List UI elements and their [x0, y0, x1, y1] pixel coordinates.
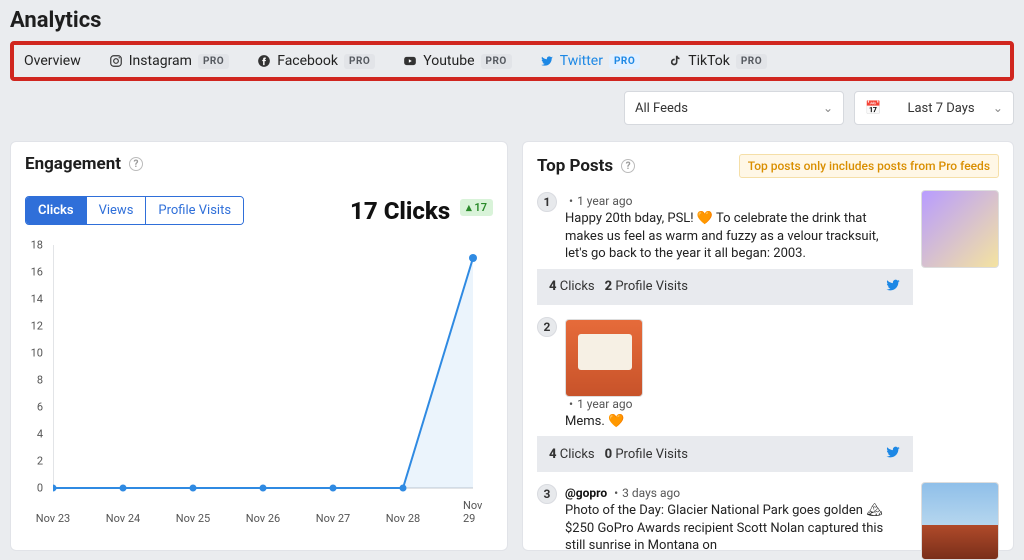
post-text: Happy 20th bday, PSL! 🧡 To celebrate the… — [565, 210, 899, 263]
tab-instagram[interactable]: Instagram PRO — [109, 53, 229, 69]
post-thumbnail — [921, 482, 999, 560]
x-tick: Nov 25 — [176, 512, 210, 525]
post-time: 1 year ago — [577, 397, 632, 411]
help-icon[interactable]: ? — [129, 157, 143, 171]
post-clicks-label: Clicks — [560, 279, 595, 294]
twitter-icon — [885, 277, 901, 297]
post-stats: 4 Clicks 2 Profile Visits — [537, 269, 913, 305]
chevron-down-icon: ⌄ — [823, 101, 833, 115]
post-visits-label: Profile Visits — [615, 447, 688, 462]
top-post-item[interactable]: 2 •1 year ago Mems. 🧡 4 Clicks 0 Profile… — [537, 315, 999, 473]
post-meta: •1 year ago — [565, 194, 899, 208]
tab-tiktok[interactable]: TikTok PRO — [668, 53, 767, 69]
youtube-icon — [403, 54, 417, 68]
y-tick: 16 — [25, 266, 43, 279]
page-title: Analytics — [10, 8, 1014, 33]
post-clicks-label: Clicks — [560, 447, 595, 462]
post-clicks-count: 4 — [549, 447, 557, 462]
post-rank-badge: 1 — [537, 192, 557, 212]
twitter-icon — [885, 444, 901, 464]
post-rank-badge: 2 — [537, 317, 557, 337]
tab-label: Twitter — [560, 53, 603, 69]
x-tick: Nov 27 — [316, 512, 350, 525]
post-stats: 4 Clicks 0 Profile Visits — [537, 436, 913, 472]
y-tick: 0 — [25, 482, 43, 495]
x-tick: Nov 28 — [386, 512, 420, 525]
top-post-item[interactable]: 1 •1 year ago Happy 20th bday, PSL! 🧡 To… — [537, 190, 999, 305]
x-tick: Nov 29 — [463, 499, 483, 525]
date-select-label: Last 7 Days — [907, 101, 974, 116]
post-time: 3 days ago — [622, 486, 680, 500]
post-thumbnail — [921, 190, 999, 268]
post-visits-count: 0 — [605, 447, 613, 462]
tab-label: Instagram — [129, 53, 192, 69]
date-range-select[interactable]: 📅 Last 7 Days ⌄ — [854, 91, 1014, 125]
engagement-chart: 18 16 14 12 10 8 6 4 2 0 — [25, 239, 493, 507]
y-tick: 12 — [25, 320, 43, 333]
instagram-icon — [109, 54, 123, 68]
tab-twitter[interactable]: Twitter PRO — [540, 53, 640, 69]
tab-label: TikTok — [688, 53, 730, 69]
analytics-tabbar: Overview Instagram PRO Facebook PRO Yout… — [10, 41, 1014, 81]
post-author: @gopro — [565, 486, 607, 500]
engagement-title: Engagement — [25, 154, 121, 174]
tiktok-icon — [668, 54, 682, 68]
segment-views[interactable]: Views — [87, 197, 147, 224]
post-clicks-count: 4 — [549, 279, 557, 294]
engagement-segmented-control: Clicks Views Profile Visits — [25, 196, 244, 225]
pro-badge: PRO — [481, 54, 512, 69]
pro-badge: PRO — [736, 54, 767, 69]
top-posts-notice: Top posts only includes posts from Pro f… — [739, 154, 999, 178]
help-icon[interactable]: ? — [621, 159, 635, 173]
post-time: 1 year ago — [577, 194, 632, 208]
post-text: Mems. 🧡 — [565, 413, 899, 431]
top-post-item[interactable]: 3 @gopro •3 days ago Photo of the Day: G… — [537, 482, 999, 555]
pro-badge: PRO — [609, 54, 640, 69]
post-thumbnail — [565, 319, 643, 397]
engagement-delta: ▴ 17 — [460, 199, 493, 216]
x-tick: Nov 24 — [106, 512, 140, 525]
pro-badge: PRO — [344, 54, 375, 69]
filters-row: All Feeds ⌄ 📅 Last 7 Days ⌄ — [10, 91, 1014, 125]
chevron-down-icon: ⌄ — [993, 101, 1003, 115]
engagement-panel: Engagement ? Clicks Views Profile Visits… — [10, 141, 508, 551]
tab-facebook[interactable]: Facebook PRO — [257, 53, 375, 69]
tab-youtube[interactable]: Youtube PRO — [403, 53, 512, 69]
x-tick: Nov 23 — [36, 512, 70, 525]
y-tick: 10 — [25, 347, 43, 360]
y-tick: 2 — [25, 455, 43, 468]
y-tick: 14 — [25, 293, 43, 306]
post-rank-badge: 3 — [537, 484, 557, 504]
feeds-select-label: All Feeds — [635, 101, 688, 116]
tab-label: Facebook — [277, 53, 338, 69]
segment-clicks[interactable]: Clicks — [26, 197, 87, 224]
post-meta: •1 year ago — [565, 397, 899, 411]
post-meta: @gopro •3 days ago — [565, 486, 899, 500]
tab-label: Youtube — [423, 53, 474, 69]
post-text: Photo of the Day: Glacier National Park … — [565, 502, 899, 555]
pro-badge: PRO — [198, 54, 229, 69]
y-tick: 18 — [25, 239, 43, 252]
top-posts-title: Top Posts — [537, 156, 613, 176]
line-chart-svg — [53, 239, 493, 499]
top-posts-panel: Top Posts ? Top posts only includes post… — [522, 141, 1014, 551]
y-tick: 4 — [25, 428, 43, 441]
engagement-metric-value: 17 Clicks — [350, 197, 450, 225]
tab-label: Overview — [24, 53, 81, 69]
facebook-icon — [257, 54, 271, 68]
tab-overview[interactable]: Overview — [24, 53, 81, 69]
x-tick: Nov 26 — [246, 512, 280, 525]
post-visits-label: Profile Visits — [615, 279, 688, 294]
y-tick: 8 — [25, 374, 43, 387]
calendar-icon: 📅 — [865, 101, 881, 116]
y-tick: 6 — [25, 401, 43, 414]
twitter-icon — [540, 54, 554, 68]
segment-profile-visits[interactable]: Profile Visits — [146, 197, 243, 224]
post-visits-count: 2 — [605, 279, 613, 294]
feeds-select[interactable]: All Feeds ⌄ — [624, 91, 844, 125]
